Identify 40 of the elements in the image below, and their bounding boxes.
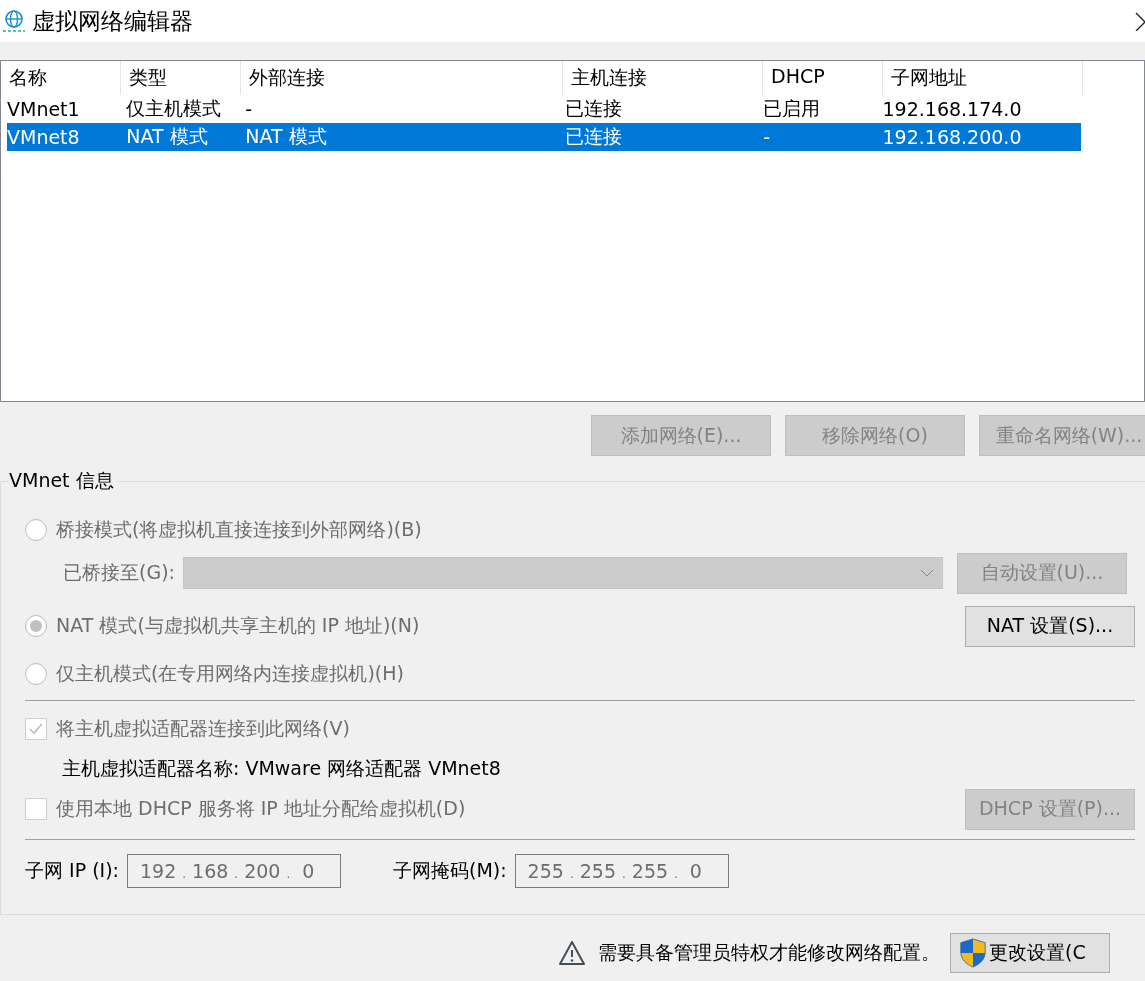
table-cell-text: 已连接 <box>564 96 623 121</box>
table-cell-text: 已启用 <box>763 96 822 121</box>
radio-label: 仅主机模式(在专用网络内连接虚拟机)(H) <box>56 661 404 686</box>
table-cell-text: NAT 模式 <box>126 124 209 149</box>
nat-settings-button[interactable]: NAT 设置(S)... <box>965 605 1135 647</box>
warning-icon <box>558 939 586 966</box>
ip-label: 子网 IP (I): <box>25 858 119 883</box>
table-cell-text: VMnet8 <box>7 126 81 148</box>
network-row[interactable]: VMnet8 NAT 模式 NAT 模式 已连接 - 192.168.200.0 <box>7 123 1081 151</box>
column-header[interactable]: 类型 <box>121 61 241 95</box>
column-header[interactable]: 名称 <box>1 61 121 95</box>
table-cell-text: VMnet1 <box>7 98 81 120</box>
close-icon[interactable] <box>1135 11 1145 31</box>
shield-icon <box>959 937 987 968</box>
column-header[interactable]: 主机连接 <box>563 61 763 95</box>
change-settings-button[interactable]: 更改设置(C <box>950 932 1110 973</box>
table-cell-text: 192.168.174.0 <box>882 98 1023 120</box>
checkbox-label: 使用本地 DHCP 服务将 IP 地址分配给虚拟机(D) <box>56 796 466 821</box>
table-cell-text: NAT 模式 <box>245 124 328 149</box>
adapter-name-text: 主机虚拟适配器名称: VMware 网络适配器 VMnet8 <box>62 756 502 781</box>
table-cell-text: - <box>245 98 254 120</box>
table-cell-text: 仅主机模式 <box>126 96 223 121</box>
radio-label: NAT 模式(与虚拟机共享主机的 IP 地址)(N) <box>56 613 420 638</box>
ip-label: 子网掩码(M): <box>393 858 507 883</box>
column-header[interactable]: 外部连接 <box>241 61 563 95</box>
bridged-to-label: 已桥接至(G): <box>63 560 175 585</box>
column-header[interactable]: DHCP <box>763 61 883 95</box>
network-row[interactable]: VMnet1 仅主机模式 - 已连接 已启用 192.168.174.0 <box>7 95 1081 123</box>
ip-address-field[interactable]: 192 . 168 . 200 . 0 <box>127 854 341 888</box>
table-cell-text: 192.168.200.0 <box>882 126 1023 148</box>
table-cell-text: 已连接 <box>564 124 623 149</box>
globe-icon <box>2 9 26 33</box>
chevron-down-icon <box>919 569 934 577</box>
radio-label: 桥接模式(将虚拟机直接连接到外部网络)(B) <box>56 517 422 542</box>
checkbox-label: 将主机虚拟适配器连接到此网络(V) <box>56 716 350 741</box>
ip-address-field[interactable]: 255 . 255 . 255 . 0 <box>514 854 729 888</box>
table-cell-text: - <box>763 126 772 148</box>
admin-warning-text: 需要具备管理员特权才能修改网络配置。 <box>598 939 940 965</box>
window-title: 虚拟网络编辑器 <box>32 6 193 36</box>
column-header[interactable]: 子网地址 <box>883 61 1083 95</box>
